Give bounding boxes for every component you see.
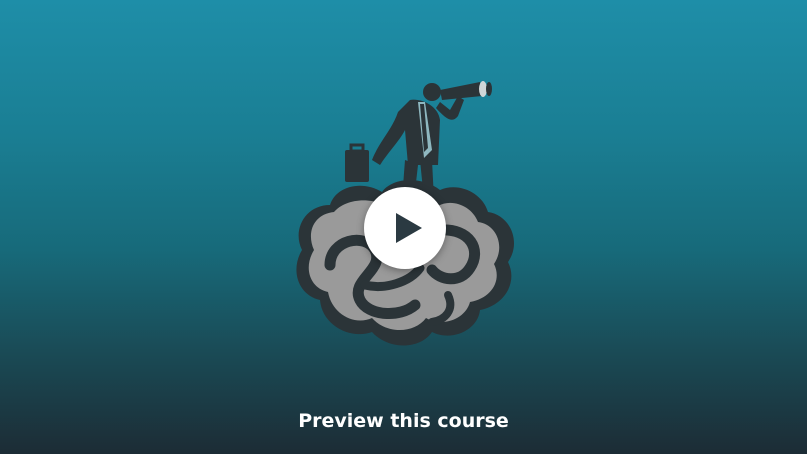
- preview-caption[interactable]: Preview this course: [0, 410, 807, 432]
- play-icon: [396, 213, 422, 243]
- play-button[interactable]: [364, 187, 446, 269]
- course-preview[interactable]: Preview this course: [0, 0, 807, 454]
